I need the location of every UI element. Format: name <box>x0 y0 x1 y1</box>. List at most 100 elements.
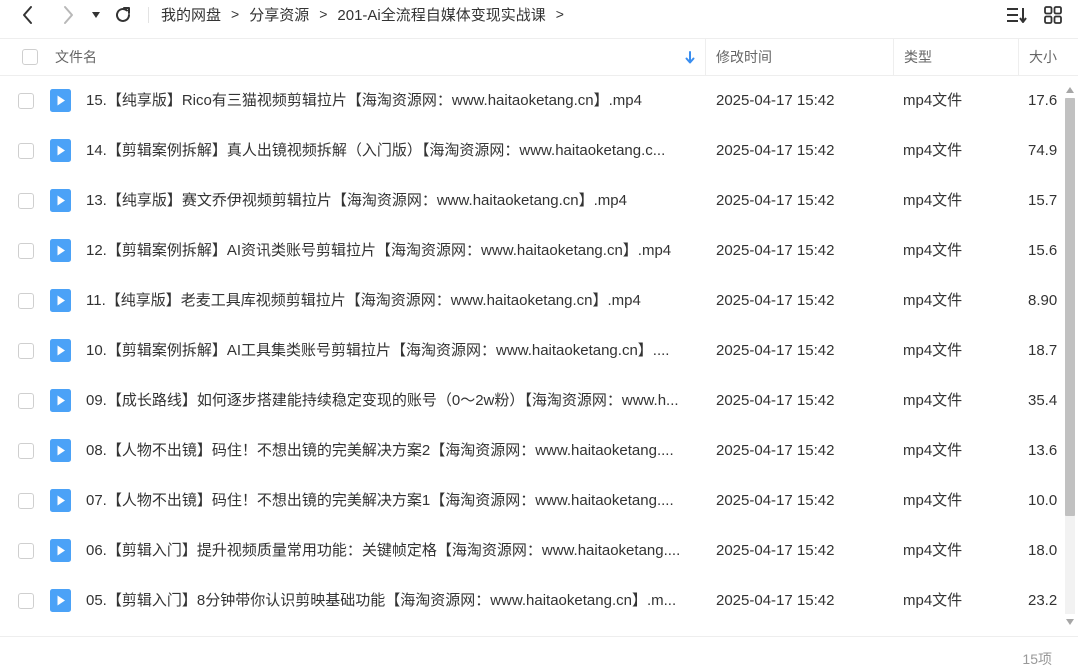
file-name[interactable]: 15.【纯享版】Rico有三猫视频剪辑拉片【海淘资源网：www.haitaoke… <box>86 76 698 126</box>
file-size: 8.90 <box>1028 292 1058 309</box>
view-toggle-button[interactable] <box>1044 0 1062 30</box>
file-size: 13.6 <box>1028 442 1058 459</box>
scrollbar-thumb[interactable] <box>1065 98 1075 516</box>
sort-button[interactable] <box>1006 0 1028 30</box>
file-modified-time: 2025-04-17 15:42 <box>716 92 835 109</box>
file-type: mp4文件 <box>903 442 963 459</box>
row-checkbox[interactable] <box>18 343 34 359</box>
file-size: 35.4 <box>1028 392 1058 409</box>
breadcrumb: 我的网盘 > 分享资源 > 201-Ai全流程自媒体变现实战课 > <box>161 0 574 28</box>
file-size: 15.7 <box>1028 192 1058 209</box>
file-size: 15.6 <box>1028 242 1058 259</box>
breadcrumb-item-root[interactable]: 我的网盘 <box>161 4 221 25</box>
scroll-down-icon[interactable] <box>1065 618 1075 626</box>
file-type: mp4文件 <box>903 592 963 609</box>
file-name[interactable]: 13.【纯享版】赛文乔伊视频剪辑拉片【海淘资源网：www.haitaoketan… <box>86 176 698 226</box>
column-divider[interactable] <box>705 39 706 75</box>
file-size: 74.9 <box>1028 142 1058 159</box>
sort-direction-indicator[interactable] <box>685 39 695 75</box>
file-name[interactable]: 06.【剪辑入门】提升视频质量常用功能：关键帧定格【海淘资源网：www.hait… <box>86 526 698 576</box>
file-row[interactable]: 08.【人物不出镜】码住！不想出镜的完美解决方案2【海淘资源网：www.hait… <box>0 426 1062 476</box>
breadcrumb-separator: > <box>555 6 564 22</box>
file-name[interactable]: 11.【纯享版】老麦工具库视频剪辑拉片【海淘资源网：www.haitaoketa… <box>86 276 698 326</box>
back-button[interactable] <box>14 0 42 30</box>
file-row[interactable]: 10.【剪辑案例拆解】AI工具集类账号剪辑拉片【海淘资源网：www.haitao… <box>0 326 1062 376</box>
file-modified-time: 2025-04-17 15:42 <box>716 492 835 509</box>
row-checkbox[interactable] <box>18 443 34 459</box>
file-type: mp4文件 <box>903 92 963 109</box>
file-row[interactable]: 07.【人物不出镜】码住！不想出镜的完美解决方案1【海淘资源网：www.hait… <box>0 476 1062 526</box>
arrow-down-icon <box>685 50 695 63</box>
file-type: mp4文件 <box>903 392 963 409</box>
column-size-header[interactable]: 大小 <box>1029 39 1057 75</box>
row-checkbox[interactable] <box>18 393 34 409</box>
file-row[interactable]: 14.【剪辑案例拆解】真人出镜视频拆解（入门版）【海淘资源网：www.haita… <box>0 126 1062 176</box>
breadcrumb-item-current[interactable]: 201-Ai全流程自媒体变现实战课 <box>337 4 545 25</box>
chevron-left-icon <box>23 6 32 24</box>
row-checkbox[interactable] <box>18 593 34 609</box>
refresh-button[interactable] <box>110 0 136 30</box>
row-checkbox[interactable] <box>18 293 34 309</box>
forward-button[interactable] <box>54 0 82 30</box>
file-size: 18.0 <box>1028 542 1058 559</box>
column-name-header[interactable]: 文件名 <box>55 39 97 75</box>
row-checkbox[interactable] <box>18 143 34 159</box>
file-type: mp4文件 <box>903 542 963 559</box>
file-row[interactable]: 09.【成长路线】如何逐步搭建能持续稳定变现的账号（0～2w粉）【海淘资源网：w… <box>0 376 1062 426</box>
file-modified-time: 2025-04-17 15:42 <box>716 292 835 309</box>
file-name[interactable]: 08.【人物不出镜】码住！不想出镜的完美解决方案2【海淘资源网：www.hait… <box>86 426 698 476</box>
file-modified-time: 2025-04-17 15:42 <box>716 542 835 559</box>
file-type: mp4文件 <box>903 492 963 509</box>
file-modified-time: 2025-04-17 15:42 <box>716 392 835 409</box>
video-file-icon <box>50 189 71 212</box>
file-name[interactable]: 07.【人物不出镜】码住！不想出镜的完美解决方案1【海淘资源网：www.hait… <box>86 476 698 526</box>
row-checkbox[interactable] <box>18 493 34 509</box>
row-checkbox[interactable] <box>18 543 34 559</box>
column-divider[interactable] <box>893 39 894 75</box>
file-name[interactable]: 05.【剪辑入门】8分钟带你认识剪映基础功能【海淘资源网：www.haitaok… <box>86 576 698 626</box>
file-type: mp4文件 <box>903 342 963 359</box>
video-file-icon <box>50 589 71 612</box>
video-file-icon <box>50 289 71 312</box>
row-checkbox[interactable] <box>18 93 34 109</box>
scroll-up-icon[interactable] <box>1065 86 1075 94</box>
status-bar: 15项 <box>0 636 1078 670</box>
file-modified-time: 2025-04-17 15:42 <box>716 592 835 609</box>
file-name[interactable]: 12.【剪辑案例拆解】AI资讯类账号剪辑拉片【海淘资源网：www.haitaok… <box>86 226 698 276</box>
toolbar-divider <box>148 7 149 23</box>
chevron-right-icon <box>64 6 73 24</box>
file-name[interactable]: 14.【剪辑案例拆解】真人出镜视频拆解（入门版）【海淘资源网：www.haita… <box>86 126 698 176</box>
row-checkbox[interactable] <box>18 193 34 209</box>
column-modified-header[interactable]: 修改时间 <box>716 39 772 75</box>
file-modified-time: 2025-04-17 15:42 <box>716 142 835 159</box>
file-size: 18.7 <box>1028 342 1058 359</box>
file-name[interactable]: 10.【剪辑案例拆解】AI工具集类账号剪辑拉片【海淘资源网：www.haitao… <box>86 326 698 376</box>
column-divider[interactable] <box>1018 39 1019 75</box>
file-row[interactable]: 06.【剪辑入门】提升视频质量常用功能：关键帧定格【海淘资源网：www.hait… <box>0 526 1062 576</box>
vertical-scrollbar[interactable] <box>1062 84 1078 630</box>
video-file-icon <box>50 489 71 512</box>
column-type-header[interactable]: 类型 <box>904 39 932 75</box>
row-checkbox[interactable] <box>18 243 34 259</box>
file-row[interactable]: 05.【剪辑入门】8分钟带你认识剪映基础功能【海淘资源网：www.haitaok… <box>0 576 1062 626</box>
history-dropdown-button[interactable] <box>88 0 104 30</box>
file-name[interactable]: 09.【成长路线】如何逐步搭建能持续稳定变现的账号（0～2w粉）【海淘资源网：w… <box>86 376 698 426</box>
file-size: 17.6 <box>1028 92 1058 109</box>
file-size: 23.2 <box>1028 592 1058 609</box>
file-size: 10.0 <box>1028 492 1058 509</box>
select-all-checkbox[interactable] <box>22 39 38 75</box>
file-row[interactable]: 12.【剪辑案例拆解】AI资讯类账号剪辑拉片【海淘资源网：www.haitaok… <box>0 226 1062 276</box>
file-row[interactable]: 15.【纯享版】Rico有三猫视频剪辑拉片【海淘资源网：www.haitaoke… <box>0 76 1062 126</box>
file-type: mp4文件 <box>903 192 963 209</box>
item-count: 15项 <box>1022 651 1052 667</box>
column-header: 文件名 修改时间 类型 大小 <box>0 38 1078 76</box>
breadcrumb-separator: > <box>319 6 328 22</box>
video-file-icon <box>50 339 71 362</box>
file-row[interactable]: 11.【纯享版】老麦工具库视频剪辑拉片【海淘资源网：www.haitaoketa… <box>0 276 1062 326</box>
breadcrumb-separator: > <box>231 6 240 22</box>
breadcrumb-item-shared[interactable]: 分享资源 <box>249 4 309 25</box>
file-type: mp4文件 <box>903 242 963 259</box>
video-file-icon <box>50 139 71 162</box>
file-row[interactable]: 13.【纯享版】赛文乔伊视频剪辑拉片【海淘资源网：www.haitaoketan… <box>0 176 1062 226</box>
video-file-icon <box>50 389 71 412</box>
